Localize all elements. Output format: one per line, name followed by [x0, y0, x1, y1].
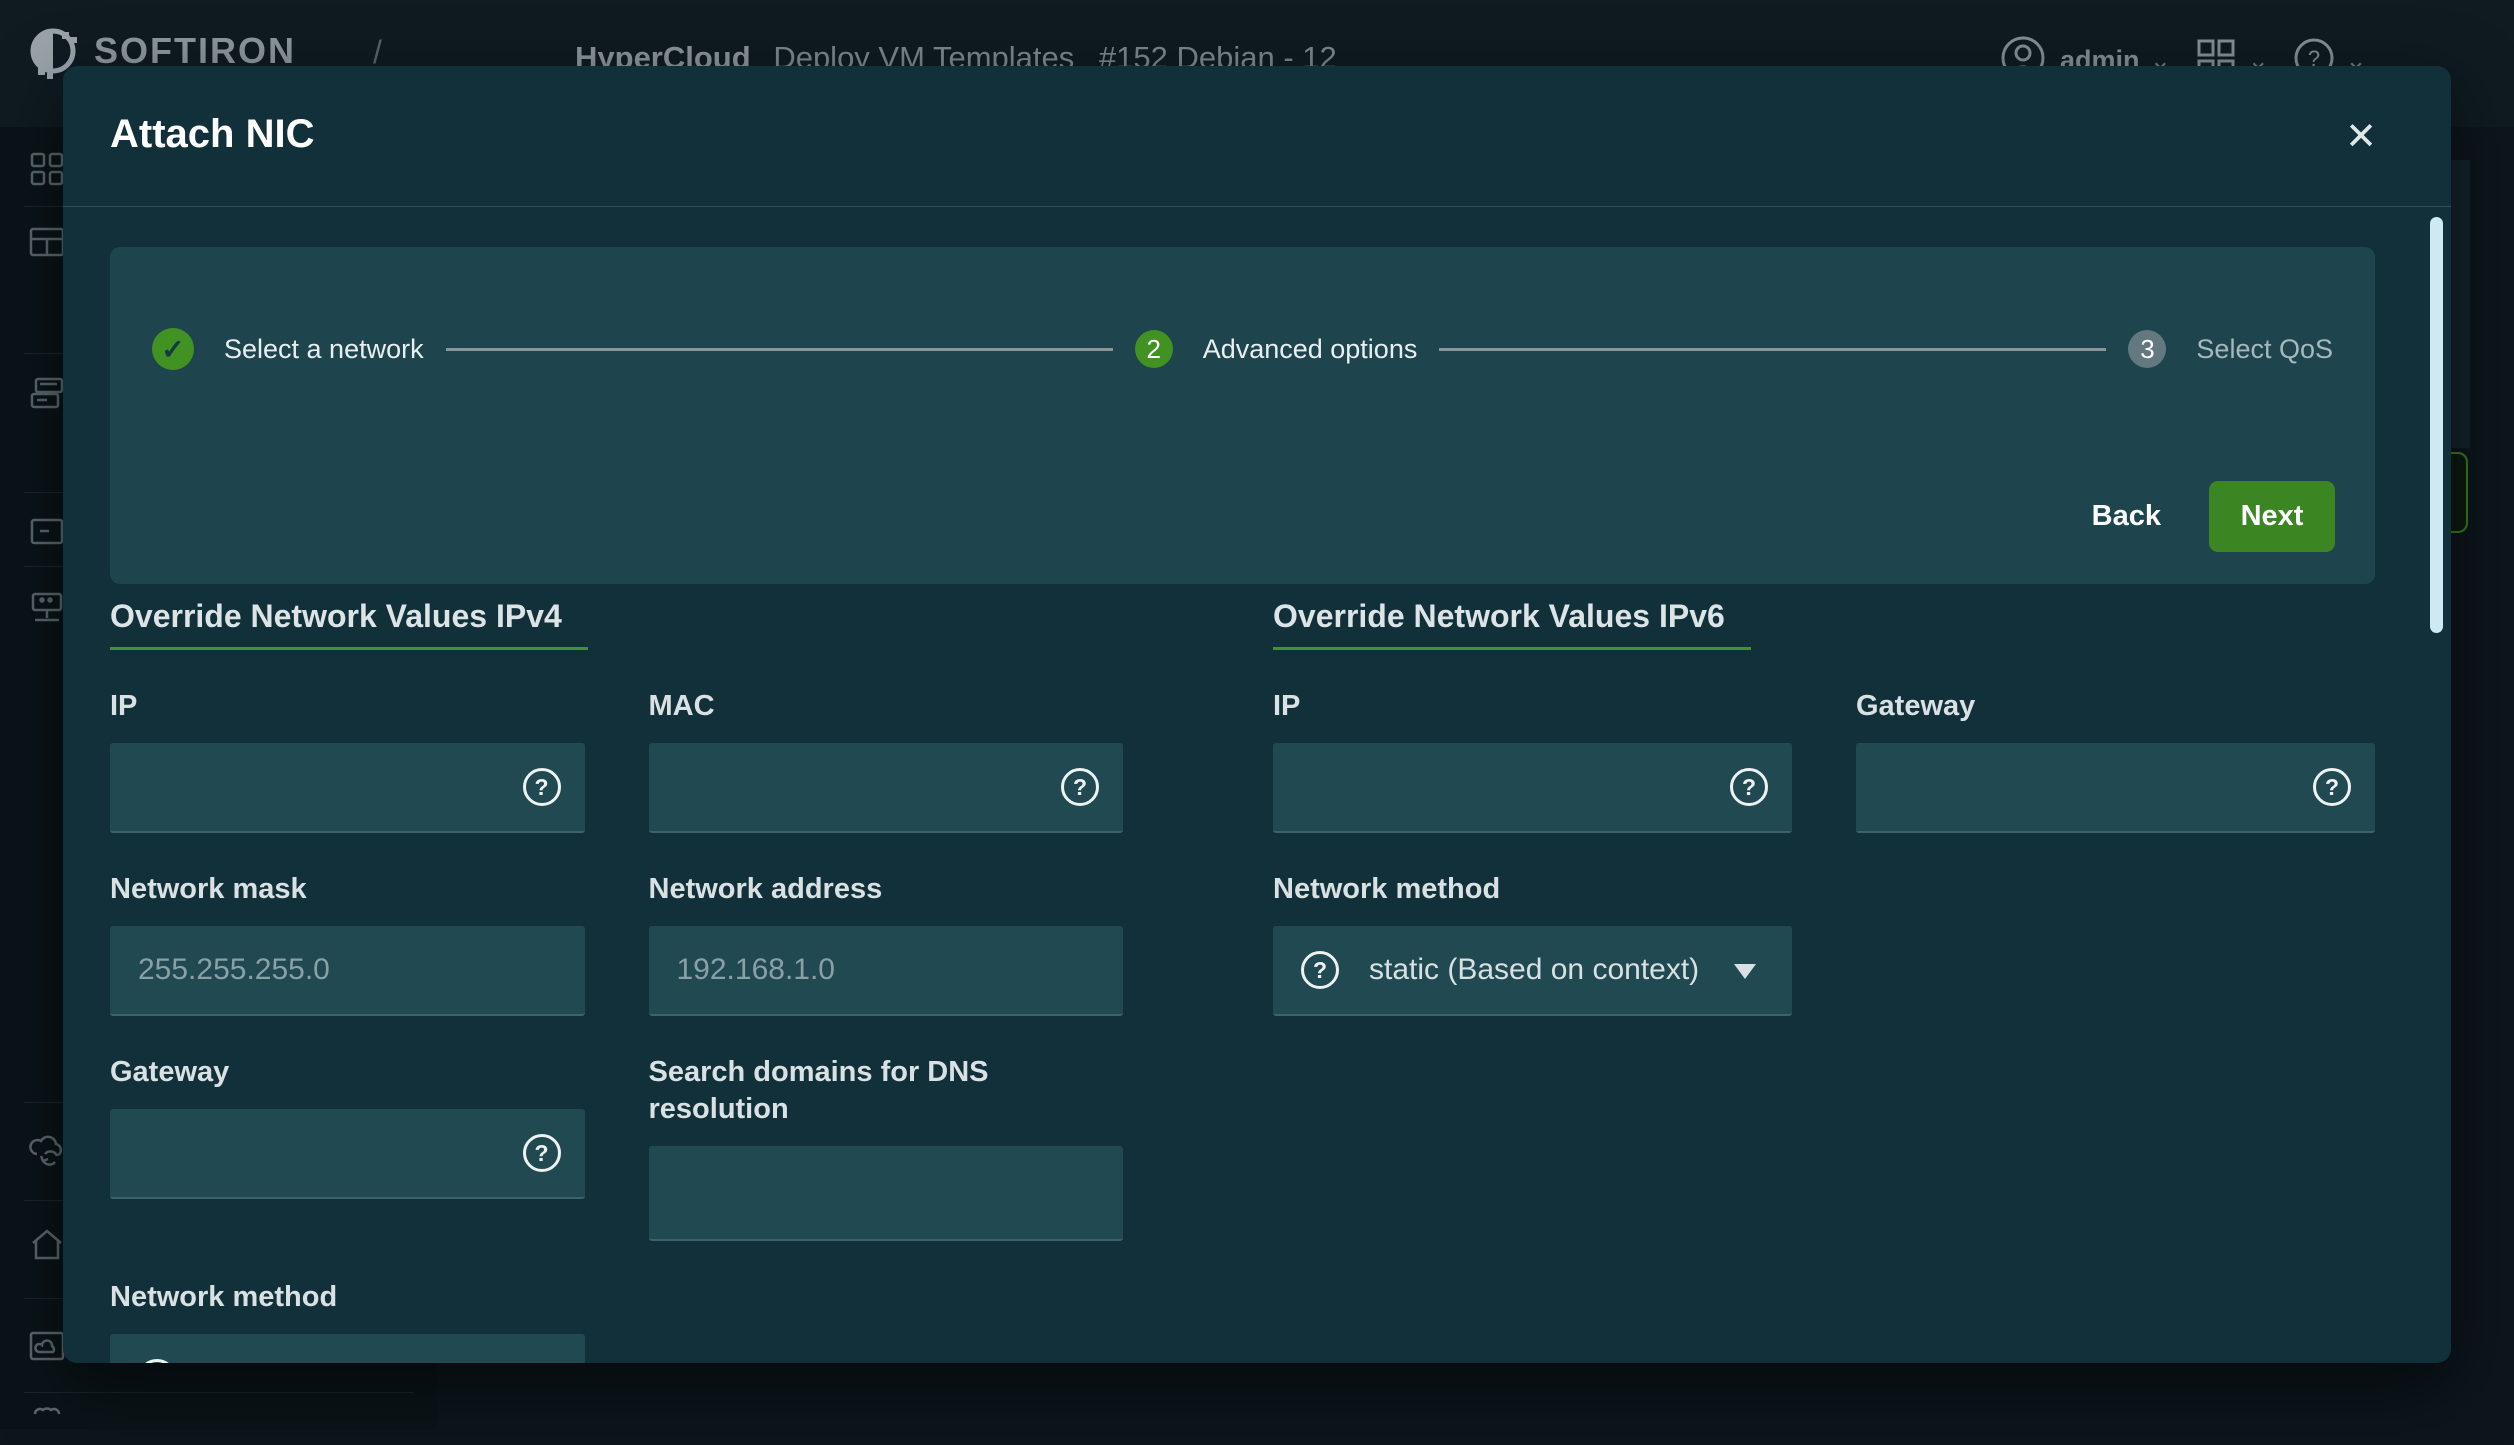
help-icon[interactable]: ?: [523, 768, 561, 806]
field-ipv4-mac: MAC ?: [649, 688, 1124, 833]
help-icon[interactable]: ?: [523, 1134, 561, 1172]
ipv4-search-domains-textarea[interactable]: [649, 1146, 1124, 1239]
ipv6-gateway-input[interactable]: [1856, 743, 2375, 831]
help-icon[interactable]: ?: [138, 1359, 176, 1363]
sidebar-item-image-cloud[interactable]: [27, 1326, 67, 1366]
field-ipv4-network-method: Network method ? static (Based on contex…: [110, 1279, 585, 1363]
step-number-badge: 2: [1135, 330, 1173, 368]
section-heading-ipv6: Override Network Values IPv6: [1273, 598, 1751, 650]
ipv6-ip-input[interactable]: [1273, 743, 1792, 831]
ipv4-gateway-input[interactable]: [110, 1109, 585, 1197]
selected-value: static (Based on context): [206, 1361, 536, 1363]
ipv6-network-method-select[interactable]: ? static (Based on context): [1273, 926, 1792, 1016]
modal-title: Attach NIC: [110, 112, 314, 157]
stepper-panel: ✓ Select a network 2 Advanced options 3 …: [110, 247, 2375, 584]
field-ipv4-ip: IP ?: [110, 688, 585, 833]
field-label: Network address: [649, 871, 1124, 908]
next-button[interactable]: Next: [2209, 481, 2335, 552]
field-label: Network method: [110, 1279, 585, 1316]
field-ipv6-network-method: Network method ? static (Based on contex…: [1273, 871, 1792, 1016]
caret-down-icon: [1734, 964, 1756, 979]
step-connector: [1439, 348, 2106, 351]
section-heading-ipv4: Override Network Values IPv4: [110, 598, 588, 650]
page-scroll-track: [2451, 160, 2470, 448]
selected-value: static (Based on context): [1369, 953, 1699, 987]
step-label: Select QoS: [2196, 334, 2333, 365]
modal-scrollbar-thumb[interactable]: [2430, 217, 2443, 633]
field-ipv6-gateway: Gateway ?: [1856, 688, 2375, 833]
field-label: Search domains for DNS resolution: [649, 1054, 1124, 1128]
sidebar-divider: [24, 1392, 414, 1393]
help-icon[interactable]: ?: [1301, 951, 1339, 989]
sidebar-item-home[interactable]: [27, 1225, 67, 1265]
close-icon[interactable]: ✕: [2337, 112, 2385, 160]
sidebar-item-server-rack[interactable]: [27, 587, 67, 627]
modal-header: Attach NIC ✕: [63, 66, 2451, 207]
step-connector: [446, 348, 1113, 351]
sidebar-item-stacked-list[interactable]: [27, 374, 67, 414]
back-button[interactable]: Back: [2092, 500, 2161, 533]
section-ipv4: Override Network Values IPv4 IP ? MAC: [110, 598, 1123, 1363]
help-icon[interactable]: ?: [1730, 768, 1768, 806]
field-label: Network method: [1273, 871, 1792, 908]
step-select-qos[interactable]: 3 Select QoS: [2128, 330, 2333, 368]
field-label: IP: [1273, 688, 1792, 725]
field-label: MAC: [649, 688, 1124, 725]
sidebar-item-grid-squares[interactable]: [27, 149, 67, 189]
ipv4-network-mask-input[interactable]: [110, 926, 585, 1014]
sidebar-item-cloud-sync[interactable]: [27, 1132, 67, 1172]
step-number-badge: 3: [2128, 330, 2166, 368]
sidebar-item-table-grid[interactable]: [27, 222, 67, 262]
attach-nic-modal: Attach NIC ✕ ✓ Select a network 2 Advanc…: [63, 66, 2451, 1363]
field-label: Network mask: [110, 871, 585, 908]
field-ipv4-search-domains: Search domains for DNS resolution: [649, 1054, 1124, 1241]
help-icon[interactable]: ?: [1061, 768, 1099, 806]
sidebar-item-partial-bottom[interactable]: [27, 1400, 67, 1440]
ipv4-ip-input[interactable]: [110, 743, 585, 831]
field-ipv4-network-mask: Network mask: [110, 871, 585, 1016]
ipv4-network-address-input[interactable]: [649, 926, 1124, 1014]
field-label: IP: [110, 688, 585, 725]
step-advanced-options[interactable]: 2 Advanced options: [1135, 330, 1418, 368]
step-label: Advanced options: [1203, 334, 1418, 365]
stepper: ✓ Select a network 2 Advanced options 3 …: [110, 328, 2375, 370]
step-select-network[interactable]: ✓ Select a network: [152, 328, 424, 370]
help-icon[interactable]: ?: [2313, 768, 2351, 806]
step-label: Select a network: [224, 334, 424, 365]
field-label: Gateway: [110, 1054, 585, 1091]
modal-body: ✓ Select a network 2 Advanced options 3 …: [63, 207, 2451, 1363]
section-ipv6: Override Network Values IPv6 IP ? Gatewa…: [1273, 598, 2375, 1363]
step-complete-check-icon: ✓: [152, 328, 194, 370]
field-label: Gateway: [1856, 688, 2375, 725]
wizard-actions: Back Next: [2092, 481, 2335, 552]
field-ipv4-network-address: Network address: [649, 871, 1124, 1016]
ipv4-network-method-select[interactable]: ? static (Based on context): [110, 1334, 585, 1363]
field-ipv4-gateway: Gateway ?: [110, 1054, 585, 1199]
ipv4-mac-input[interactable]: [649, 743, 1124, 831]
sidebar-item-monitor[interactable]: [27, 512, 67, 552]
field-ipv6-ip: IP ?: [1273, 688, 1792, 833]
